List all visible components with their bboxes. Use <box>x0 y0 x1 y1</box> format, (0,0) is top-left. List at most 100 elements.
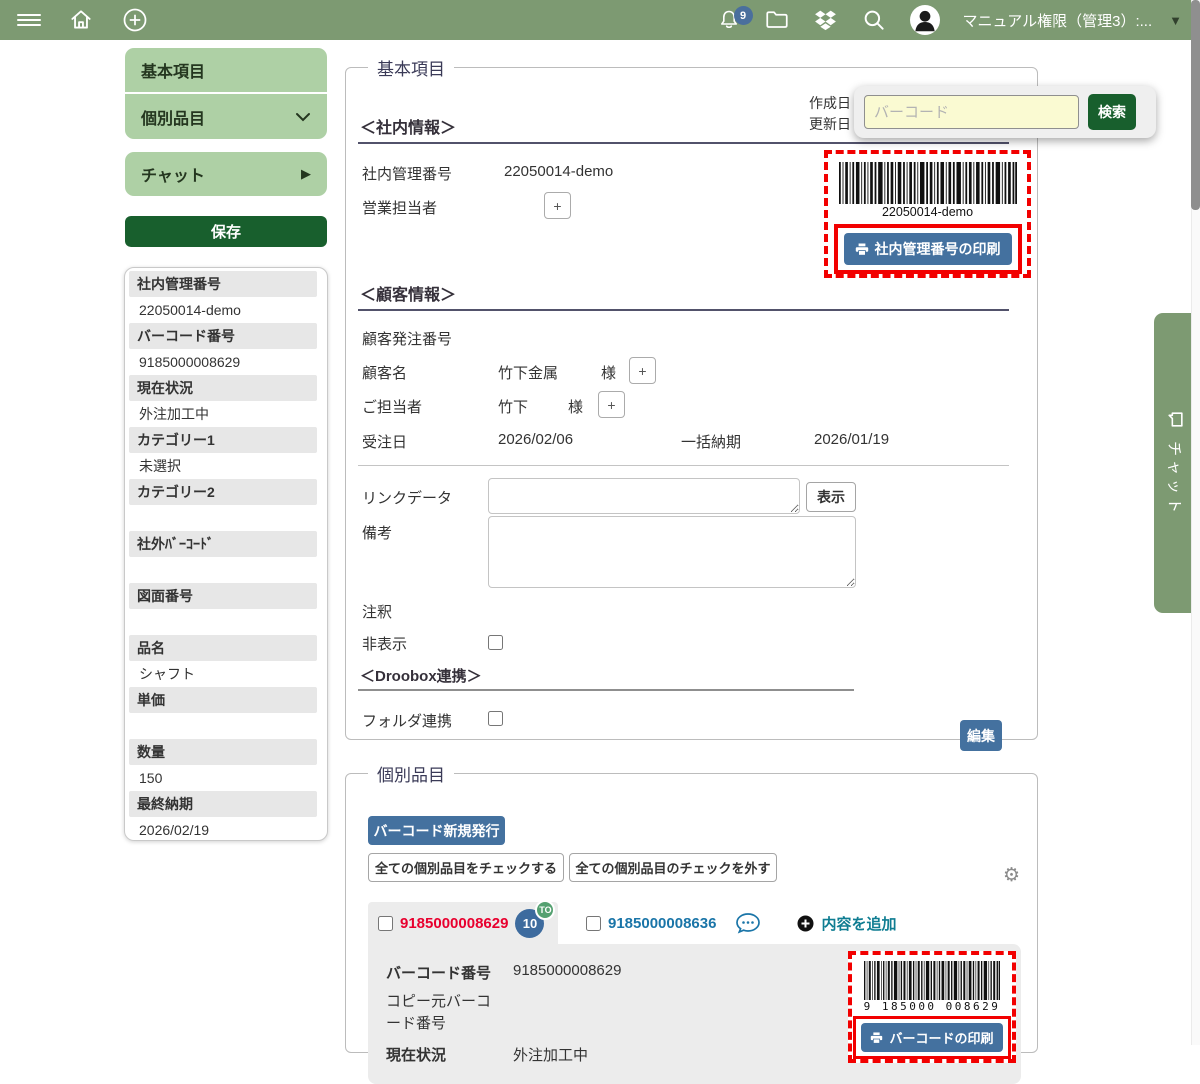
chat-side-tab[interactable]: チャット <box>1154 313 1196 613</box>
item-code[interactable]: 9185000008636 <box>608 915 716 932</box>
sidebar-item-chat[interactable]: チャット ▶ <box>125 152 327 196</box>
items-section: 個別品目 バーコード新規発行 全ての個別品目をチェックする 全ての個別品目のチェ… <box>345 761 1038 1053</box>
item-code[interactable]: 9185000008629 <box>400 915 508 932</box>
summary-value <box>125 609 327 635</box>
order-date-value: 2026/02/06 <box>498 431 573 448</box>
hamburger-menu-icon[interactable] <box>17 11 41 29</box>
customer-name-value: 竹下金属 <box>498 362 558 383</box>
customer-name-label: 顧客名 <box>362 362 407 383</box>
add-sales-rep-button[interactable]: + <box>544 192 571 219</box>
chevron-down-icon[interactable]: ▼ <box>1169 13 1182 28</box>
add-content-label: 内容を追加 <box>821 913 896 934</box>
user-menu-label[interactable]: マニュアル権限（管理3）:... <box>963 10 1153 31</box>
summary-label: 品名 <box>129 635 317 661</box>
contact-person-value: 竹下 <box>498 396 528 417</box>
barcode-no-label: バーコード番号 <box>386 962 491 983</box>
created-date-label: 作成日 <box>809 93 851 114</box>
contact-person-label: ご担当者 <box>362 396 422 417</box>
summary-value: シャフト <box>125 661 327 687</box>
show-link-button[interactable]: 表示 <box>806 482 856 512</box>
sidebar-item-basic[interactable]: 基本項目 <box>125 48 327 93</box>
user-avatar[interactable] <box>910 5 940 35</box>
check-all-button[interactable]: 全ての個別品目をチェックする <box>368 853 564 882</box>
sidebar-item-label: チャット <box>141 162 205 186</box>
summary-value: 9185000008629 <box>125 349 327 375</box>
mgmt-no-label: 社内管理番号 <box>362 163 452 184</box>
item-tabs: 9185000008629 10 TO 9185000008636 内容を追加 <box>368 902 896 944</box>
printer-icon <box>855 243 869 256</box>
summary-label: 最終納期 <box>129 791 317 817</box>
sidebar-item-label: 個別品目 <box>141 105 205 129</box>
updated-date-label: 更新日 <box>809 114 851 135</box>
notifications-bell-icon[interactable]: 9 <box>717 8 741 32</box>
scrollbar-track[interactable] <box>1191 0 1200 1045</box>
gear-icon[interactable]: ⚙ <box>1003 864 1020 886</box>
internal-info-heading: ＜社内情報＞ <box>360 114 456 138</box>
item-detail-panel: バーコード番号 9185000008629 コピー元バーコード番号 現在状況 外… <box>368 944 1021 1084</box>
badge-tag: TO <box>535 900 555 920</box>
search-button[interactable]: 検索 <box>1088 94 1136 130</box>
add-contact-button[interactable]: + <box>598 391 625 418</box>
print-mgmt-no-label: 社内管理番号の印刷 <box>875 239 1001 259</box>
chevron-right-icon: ▶ <box>301 166 311 182</box>
dropbox-icon[interactable] <box>813 8 838 33</box>
barcode-search-input[interactable] <box>864 95 1079 129</box>
mgmt-no-barcode-block: 22050014-demo 社内管理番号の印刷 <box>824 150 1031 278</box>
honorific-label: 様 <box>568 396 583 417</box>
item-checkbox[interactable] <box>586 916 601 931</box>
barcode-digits: 9 185000 008629 <box>864 1000 1001 1013</box>
hidden-label: 非表示 <box>362 633 407 654</box>
divider <box>358 465 1009 466</box>
add-new-icon[interactable] <box>121 6 149 34</box>
status-value: 外注加工中 <box>513 1044 588 1065</box>
chat-bubble-icon <box>1166 410 1185 429</box>
summary-label: カテゴリー1 <box>129 427 317 453</box>
home-icon[interactable] <box>68 7 94 33</box>
summary-value <box>125 557 327 583</box>
item-checkbox[interactable] <box>378 916 393 931</box>
barcode-image <box>864 961 1000 1000</box>
new-barcode-button[interactable]: バーコード新規発行 <box>368 816 505 845</box>
memo-input[interactable] <box>488 516 856 588</box>
print-mgmt-no-button[interactable]: 社内管理番号の印刷 <box>844 233 1012 265</box>
summary-value: 未選択 <box>125 453 327 479</box>
summary-value <box>125 505 327 531</box>
customer-info-heading: ＜顧客情報＞ <box>360 281 456 305</box>
item-tab[interactable]: 9185000008636 <box>576 902 771 944</box>
search-icon[interactable] <box>861 7 887 33</box>
droobox-heading: ＜Droobox連携＞ <box>360 665 482 686</box>
sales-rep-label: 営業担当者 <box>362 197 437 218</box>
edit-button[interactable]: 編集 <box>960 720 1002 751</box>
sidebar-item-items[interactable]: 個別品目 <box>125 94 327 139</box>
summary-label: 図面番号 <box>129 583 317 609</box>
batch-due-value: 2026/01/19 <box>814 431 889 448</box>
link-data-input[interactable] <box>488 478 800 514</box>
comment-bubble-icon[interactable] <box>735 912 761 934</box>
summary-label: 社外ﾊﾞｰｺｰﾄﾞ <box>129 531 317 557</box>
summary-value: 22050014-demo <box>125 297 327 323</box>
copy-source-label: コピー元バーコード番号 <box>386 991 502 1035</box>
record-dates: 作成日 更新日 <box>809 93 851 135</box>
items-section-title: 個別品目 <box>368 761 454 786</box>
chevron-down-icon <box>295 112 311 122</box>
summary-label: 現在状況 <box>129 375 317 401</box>
save-button[interactable]: 保存 <box>125 216 327 247</box>
hidden-checkbox[interactable] <box>488 635 503 650</box>
summary-value: 150 <box>125 765 327 791</box>
folder-link-checkbox[interactable] <box>488 711 503 726</box>
batch-due-label: 一括納期 <box>681 431 741 452</box>
status-label: 現在状況 <box>386 1044 446 1065</box>
top-navbar: 9 マニュアル権限（管理3）:... ▼ <box>0 0 1200 40</box>
uncheck-all-button[interactable]: 全ての個別品目のチェックを外す <box>569 853 777 882</box>
barcode-no-value: 9185000008629 <box>513 962 621 979</box>
customer-po-label: 顧客発注番号 <box>362 328 452 349</box>
mgmt-no-value: 22050014-demo <box>504 163 613 180</box>
folder-icon[interactable] <box>764 7 790 33</box>
add-content-link[interactable]: 内容を追加 <box>797 913 896 934</box>
add-customer-button[interactable]: + <box>629 357 656 384</box>
summary-value: 外注加工中 <box>125 401 327 427</box>
scrollbar-thumb[interactable] <box>1191 0 1200 210</box>
item-tab-active[interactable]: 9185000008629 10 TO <box>368 902 558 944</box>
plus-circle-icon <box>797 915 814 932</box>
print-barcode-button[interactable]: バーコードの印刷 <box>861 1023 1002 1052</box>
